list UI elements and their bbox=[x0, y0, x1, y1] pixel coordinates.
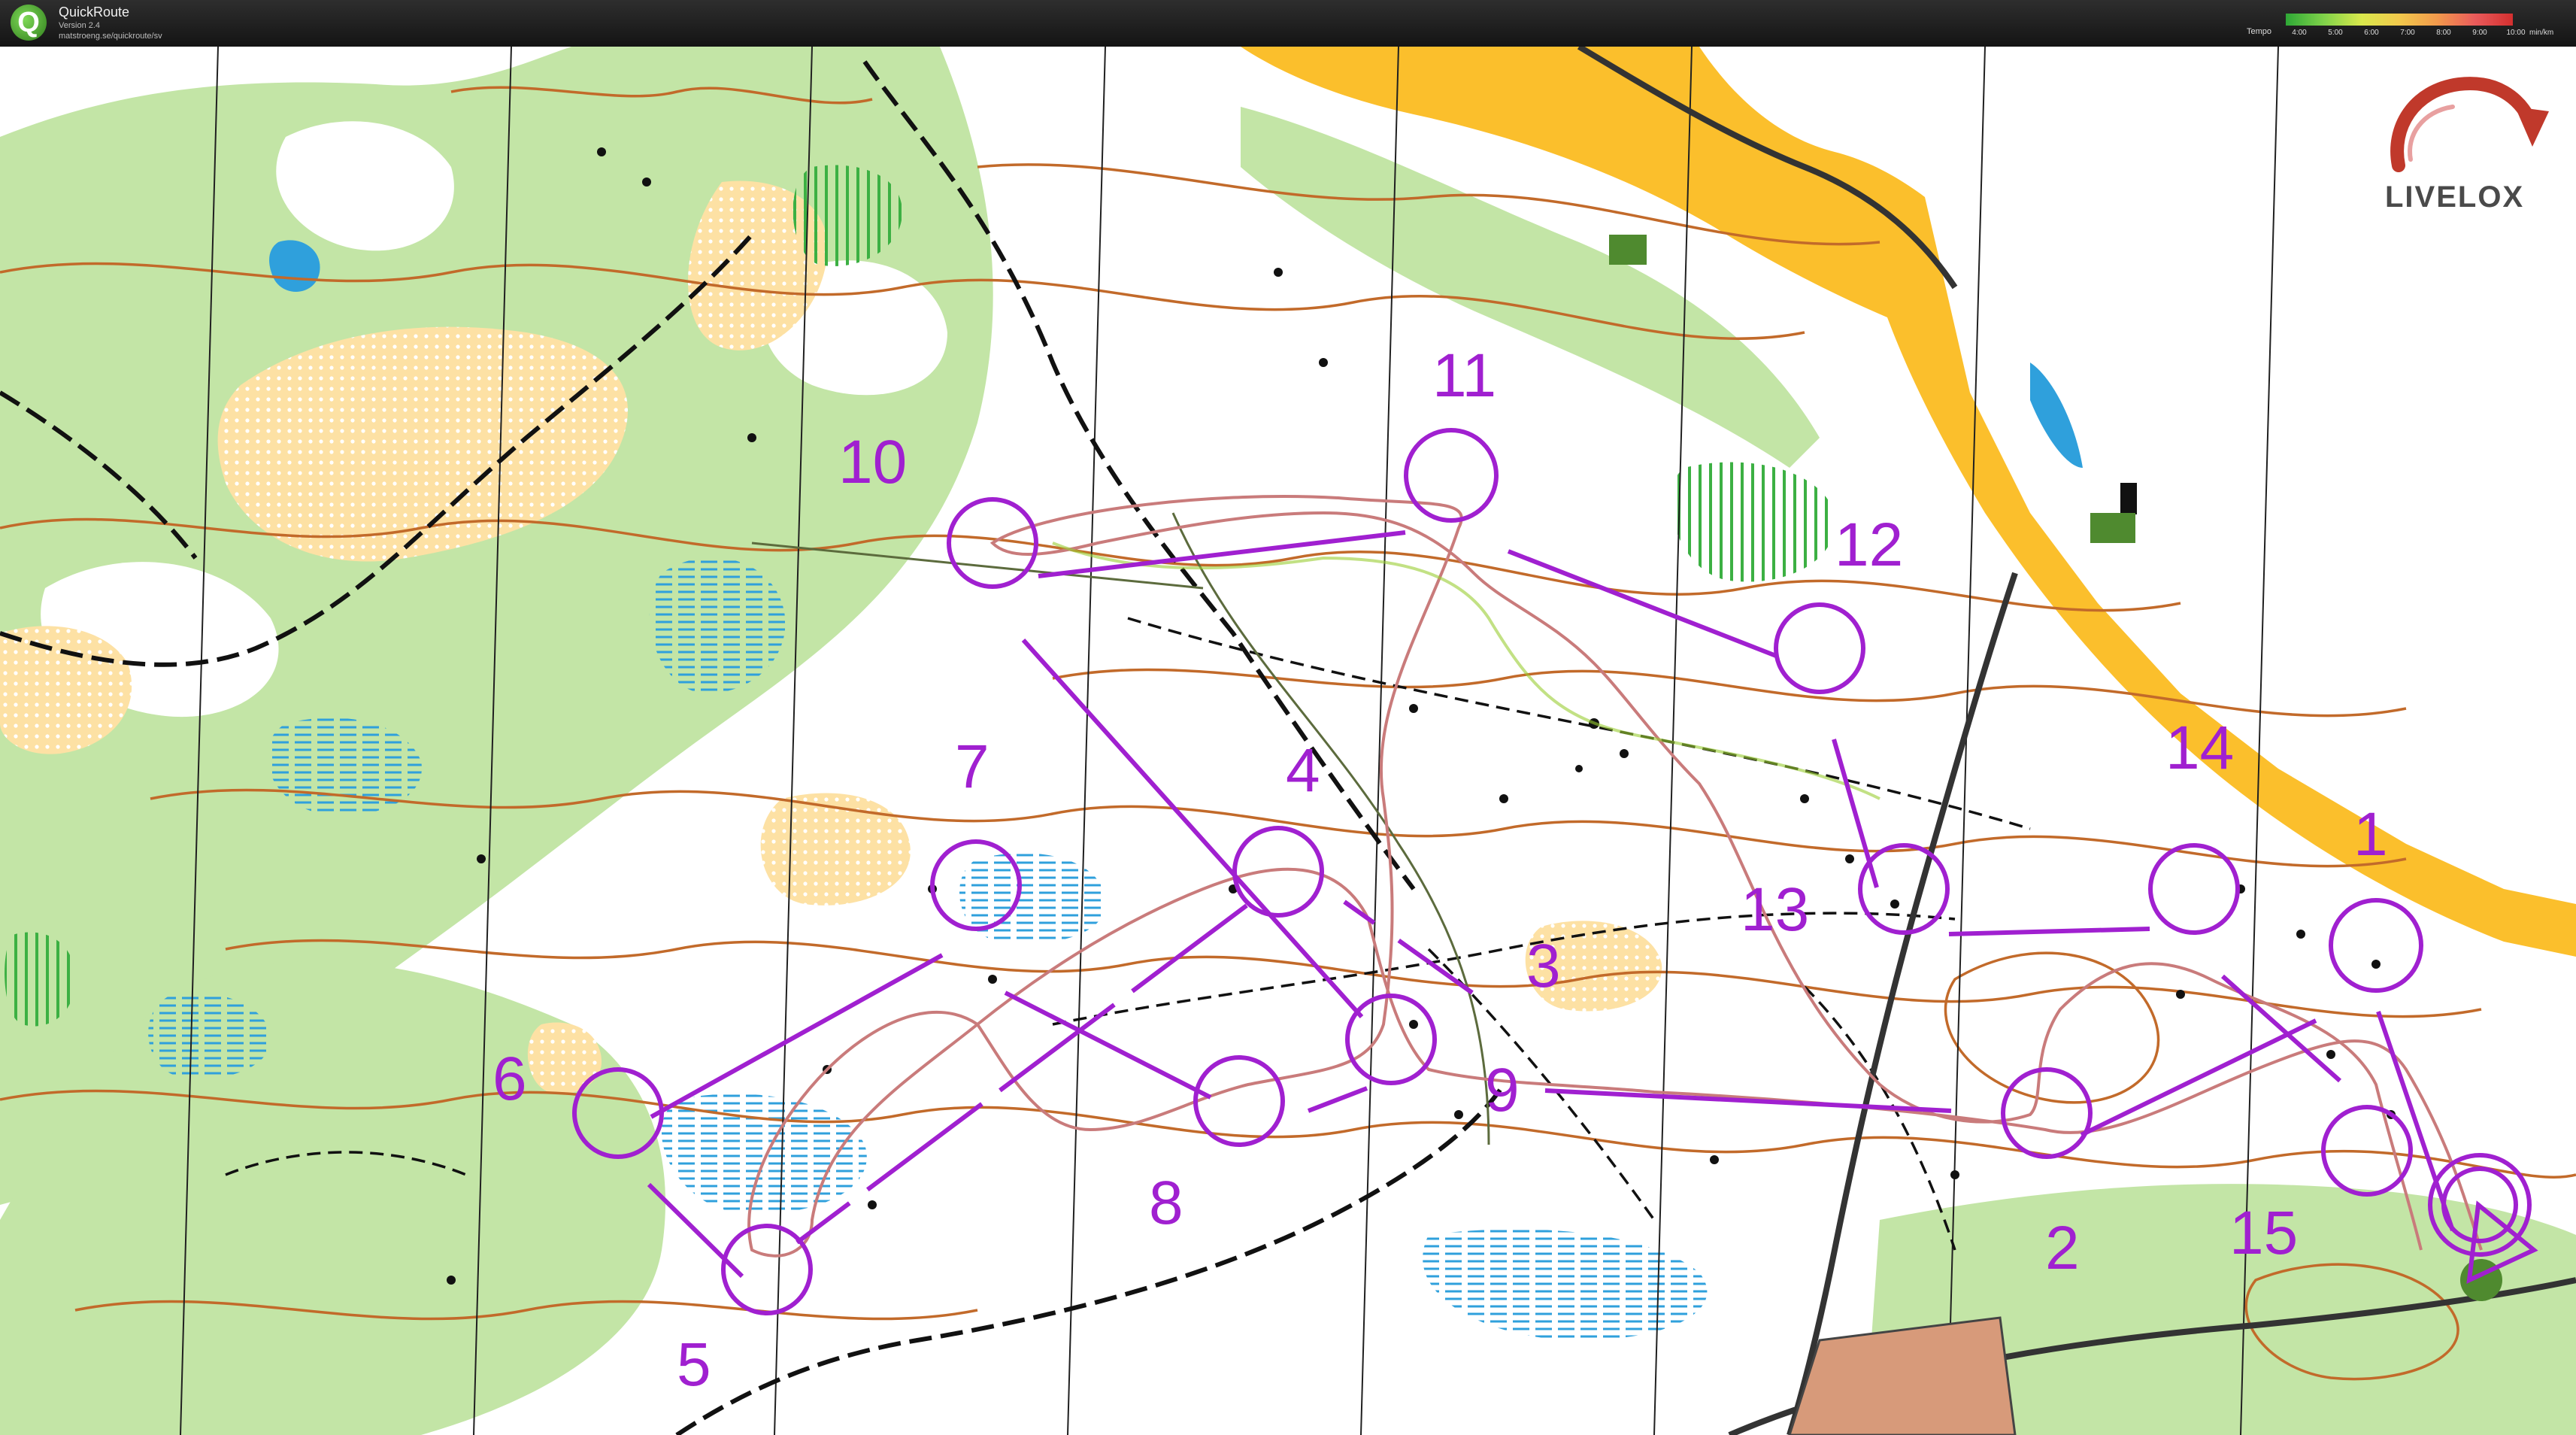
control-number-15: 15 bbox=[2229, 1199, 2298, 1267]
control-number-13: 13 bbox=[1741, 875, 1809, 944]
control-number-4: 4 bbox=[1286, 736, 1320, 805]
tempo-color-scale bbox=[2286, 14, 2513, 26]
tempo-tick: 7:00 bbox=[2400, 29, 2415, 37]
app-version: Version 2.4 bbox=[59, 21, 101, 30]
tempo-tick: 6:00 bbox=[2364, 29, 2379, 37]
tempo-tick: 9:00 bbox=[2472, 29, 2487, 37]
control-number-2: 2 bbox=[2045, 1214, 2080, 1282]
control-number-8: 8 bbox=[1149, 1169, 1183, 1237]
tempo-tick: 8:00 bbox=[2436, 29, 2451, 37]
tempo-tick: 10:00 bbox=[2506, 29, 2526, 37]
tempo-ticks: 4:00 5:00 6:00 7:00 8:00 9:00 10:00 bbox=[2281, 29, 2534, 37]
app-url: matstroeng.se/quickroute/sv bbox=[59, 32, 162, 41]
app-title: QuickRoute bbox=[59, 5, 130, 20]
tempo-tick: 5:00 bbox=[2328, 29, 2343, 37]
control-number-14: 14 bbox=[2165, 714, 2234, 782]
control-number-5: 5 bbox=[677, 1330, 711, 1399]
control-number-9: 9 bbox=[1485, 1056, 1520, 1124]
livelox-logo-text: LIVELOX bbox=[2385, 181, 2525, 214]
q-logo-icon: Q bbox=[11, 5, 47, 41]
tempo-tick: 4:00 bbox=[2292, 29, 2307, 37]
control-number-12: 12 bbox=[1835, 511, 1903, 579]
control-number-10: 10 bbox=[838, 428, 907, 496]
control-number-7: 7 bbox=[955, 733, 989, 801]
title-bar: Q QuickRoute Version 2.4 matstroeng.se/q… bbox=[0, 0, 2576, 47]
orienteering-map[interactable]: 1 2 3 4 5 6 7 8 9 10 11 12 13 14 15 bbox=[0, 47, 2576, 1435]
tempo-label: Tempo bbox=[2247, 27, 2272, 36]
control-number-3: 3 bbox=[1526, 932, 1561, 1000]
tempo-unit: min/km bbox=[2529, 29, 2554, 37]
control-number-11: 11 bbox=[1432, 341, 1496, 410]
control-number-6: 6 bbox=[492, 1045, 527, 1113]
control-number-1: 1 bbox=[2353, 800, 2388, 869]
